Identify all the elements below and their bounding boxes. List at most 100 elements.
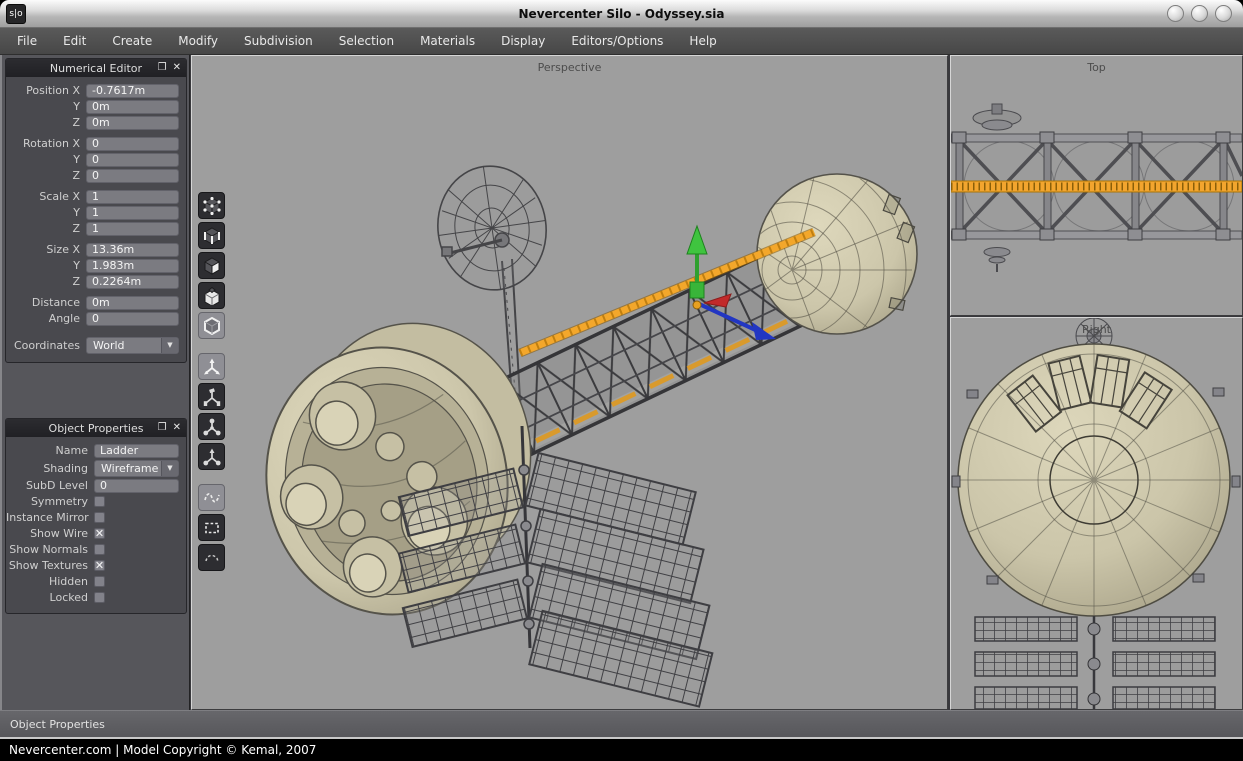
field-label: Size X xyxy=(6,243,86,256)
edge-mode-button[interactable] xyxy=(198,222,225,249)
rotation-x-input[interactable] xyxy=(86,137,179,151)
field-label: SubD Level xyxy=(6,479,94,492)
manipulator-y-arrow xyxy=(687,226,707,254)
soft-select-icon xyxy=(203,549,221,567)
object-properties-panel: Object Properties ❐ ✕ Name Shading Wiref… xyxy=(5,418,187,614)
top-viewport[interactable]: Top xyxy=(950,55,1243,316)
rect-select-button[interactable] xyxy=(198,514,225,541)
show-textures-checkbox[interactable] xyxy=(94,560,105,571)
element-mode-button[interactable] xyxy=(198,282,225,309)
menu-display[interactable]: Display xyxy=(488,28,558,55)
status-bar: Object Properties xyxy=(0,710,1243,737)
field-label: Z xyxy=(6,222,86,235)
minimize-button[interactable] xyxy=(1167,5,1184,22)
face-mode-button[interactable] xyxy=(198,252,225,279)
field-label: Hidden xyxy=(6,575,94,588)
object-name-input[interactable] xyxy=(94,444,179,458)
lasso-select-button[interactable] xyxy=(198,484,225,511)
app-window: s|o Nevercenter Silo - Odyssey.sia File … xyxy=(0,0,1243,761)
symmetry-checkbox[interactable] xyxy=(94,496,105,507)
vertex-mode-button[interactable] xyxy=(198,192,225,219)
field-label: Shading xyxy=(6,462,94,475)
menu-bar: File Edit Create Modify Subdivision Sele… xyxy=(0,28,1243,55)
shading-value: Wireframe xyxy=(101,462,158,475)
field-label: Position X xyxy=(6,84,86,97)
panel-close-icon[interactable]: ✕ xyxy=(173,423,181,433)
object-mode-icon xyxy=(203,317,221,335)
locked-checkbox[interactable] xyxy=(94,592,105,603)
command-sphere-front xyxy=(952,344,1240,616)
chevron-down-icon: ▼ xyxy=(161,461,178,476)
menu-editors-options[interactable]: Editors/Options xyxy=(558,28,676,55)
face-mode-icon xyxy=(203,257,221,275)
element-mode-icon xyxy=(203,287,221,305)
hidden-checkbox[interactable] xyxy=(94,576,105,587)
rotate-tool-button[interactable] xyxy=(198,383,225,410)
panel-restore-icon[interactable]: ❐ xyxy=(158,63,167,73)
antenna-mast-top-view xyxy=(984,248,1010,273)
solar-array-front xyxy=(975,616,1215,709)
viewport-toolbar xyxy=(198,192,225,571)
size-x-input[interactable] xyxy=(86,243,179,257)
move-tool-icon xyxy=(203,358,221,376)
panel-title: Numerical Editor xyxy=(50,62,142,75)
numerical-editor-title-bar[interactable]: Numerical Editor ❐ ✕ xyxy=(6,59,186,77)
scale-x-input[interactable] xyxy=(86,190,179,204)
field-label: Y xyxy=(6,100,86,113)
universal-manipulator-button[interactable] xyxy=(198,443,225,470)
panel-restore-icon[interactable]: ❐ xyxy=(158,423,167,433)
field-label: Show Normals xyxy=(6,543,94,556)
title-bar[interactable]: s|o Nevercenter Silo - Odyssey.sia xyxy=(0,0,1243,28)
coordinates-select[interactable]: World ▼ xyxy=(86,337,179,354)
subd-level-input[interactable] xyxy=(94,479,179,493)
soft-select-button[interactable] xyxy=(198,544,225,571)
rotation-z-input[interactable] xyxy=(86,169,179,183)
field-label: Show Textures xyxy=(6,559,94,572)
field-label: Z xyxy=(6,275,86,288)
distance-input[interactable] xyxy=(86,296,179,310)
move-tool-button[interactable] xyxy=(198,353,225,380)
object-mode-button[interactable] xyxy=(198,312,225,339)
menu-create[interactable]: Create xyxy=(99,28,165,55)
menu-edit[interactable]: Edit xyxy=(50,28,99,55)
footer-text: Nevercenter.com | Model Copyright © Kema… xyxy=(9,743,316,757)
shading-select[interactable]: Wireframe ▼ xyxy=(94,460,179,477)
window-controls xyxy=(1167,5,1232,22)
field-label: Coordinates xyxy=(6,339,86,352)
perspective-viewport[interactable]: Perspective xyxy=(191,55,948,710)
scale-y-input[interactable] xyxy=(86,206,179,220)
menu-materials[interactable]: Materials xyxy=(407,28,488,55)
menu-file[interactable]: File xyxy=(4,28,50,55)
field-label: Instance Mirror xyxy=(6,511,94,524)
rotation-y-input[interactable] xyxy=(86,153,179,167)
panel-close-icon[interactable]: ✕ xyxy=(173,63,181,73)
rotate-tool-icon xyxy=(203,388,221,406)
instance-mirror-checkbox[interactable] xyxy=(94,512,105,523)
right-viewport[interactable]: Right xyxy=(950,317,1243,710)
scale-tool-icon xyxy=(203,418,221,436)
panel-title: Object Properties xyxy=(49,422,144,435)
show-wire-checkbox[interactable] xyxy=(94,528,105,539)
show-normals-checkbox[interactable] xyxy=(94,544,105,555)
angle-input[interactable] xyxy=(86,312,179,326)
menu-modify[interactable]: Modify xyxy=(165,28,231,55)
menu-selection[interactable]: Selection xyxy=(326,28,407,55)
manipulator-handle xyxy=(690,282,704,298)
menu-help[interactable]: Help xyxy=(676,28,729,55)
close-button[interactable] xyxy=(1215,5,1232,22)
menu-subdivision[interactable]: Subdivision xyxy=(231,28,326,55)
scale-z-input[interactable] xyxy=(86,222,179,236)
position-y-input[interactable] xyxy=(86,100,179,114)
scale-tool-button[interactable] xyxy=(198,413,225,440)
coordinates-value: World xyxy=(93,339,125,352)
position-x-input[interactable] xyxy=(86,84,179,98)
right-scene xyxy=(951,318,1242,709)
rect-select-icon xyxy=(203,519,221,537)
object-properties-title-bar[interactable]: Object Properties ❐ ✕ xyxy=(6,419,186,437)
position-z-input[interactable] xyxy=(86,116,179,130)
lasso-select-icon xyxy=(203,489,221,507)
maximize-button[interactable] xyxy=(1191,5,1208,22)
size-z-input[interactable] xyxy=(86,275,179,289)
field-label: Z xyxy=(6,169,86,182)
size-y-input[interactable] xyxy=(86,259,179,273)
